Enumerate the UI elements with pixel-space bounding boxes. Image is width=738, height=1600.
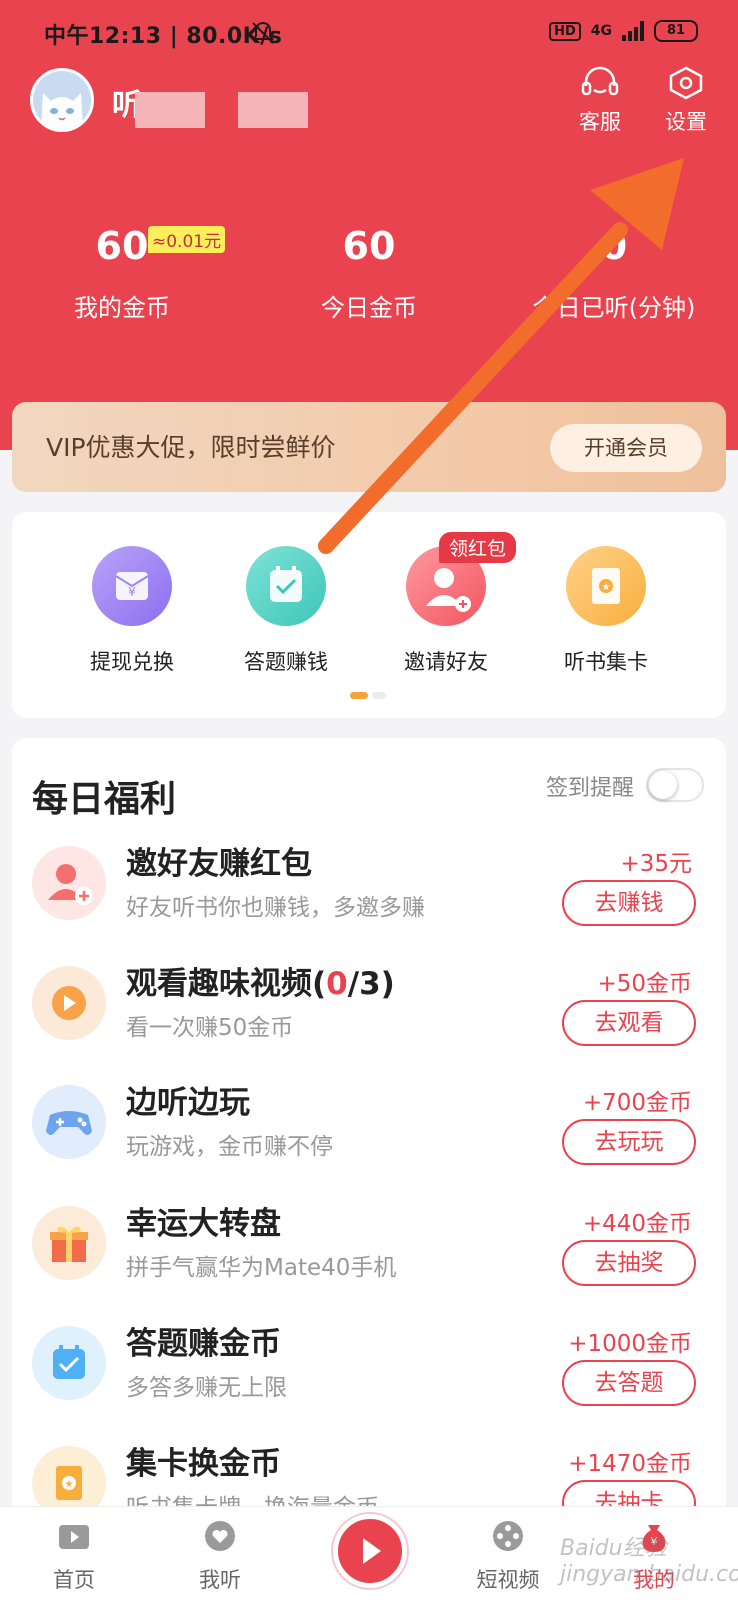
signin-remind-label: 签到提醒 <box>546 776 635 801</box>
nav-label: 我听 <box>199 1568 241 1592</box>
task-desc: 好友听书你也赚钱，多邀多赚 <box>126 895 425 921</box>
task-desc: 拼手气赢华为Mate40手机 <box>126 1255 397 1281</box>
name-redacted-block <box>238 92 308 128</box>
svg-text:¥: ¥ <box>128 585 136 599</box>
task-reward: +440金币 <box>582 1211 692 1237</box>
cat-avatar-icon <box>33 71 91 129</box>
name-redacted-block <box>135 92 205 128</box>
quick-quiz[interactable]: 答题赚钱 <box>216 546 356 676</box>
svg-text:★: ★ <box>65 1479 74 1490</box>
task-reward: +35元 <box>620 851 692 877</box>
quick-label: 提现兑换 <box>90 650 174 674</box>
quick-actions-card: ¥ 提现兑换 答题赚钱 邀请好友 ★ 听书集卡 <box>12 512 726 718</box>
task-reward: +1000金币 <box>568 1331 692 1357</box>
settings-label: 设置 <box>665 110 707 134</box>
task-row[interactable]: 幸运大转盘 拼手气赢华为Mate40手机 +440金币 去抽奖 <box>12 1194 726 1314</box>
stat-label: 我的金币 <box>74 294 170 322</box>
vip-promo-text: VIP优惠大促，限时尝鲜价 <box>46 433 336 462</box>
quick-withdraw[interactable]: ¥ 提现兑换 <box>62 546 202 676</box>
quick-card-collect[interactable]: ★ 听书集卡 <box>536 546 676 676</box>
quick-label: 答题赚钱 <box>244 650 328 674</box>
red-packet-tag: 领红包 <box>439 532 517 563</box>
status-bar: 中午12:13 | 80.0K/s HD 4G 81 <box>0 0 738 66</box>
status-time: 中午12:13 | 80.0K/s <box>44 24 283 49</box>
task-reward: +700金币 <box>582 1090 692 1116</box>
hd-badge: HD <box>549 21 581 41</box>
status-icons: HD 4G 81 <box>549 20 698 42</box>
task-name: 幸运大转盘 <box>126 1206 281 1242</box>
task-row[interactable]: 边听边玩 玩游戏，金币赚不停 +700金币 去玩玩 <box>12 1073 726 1193</box>
invite-user-icon <box>32 846 106 920</box>
task-desc: 多答多赚无上限 <box>126 1375 287 1401</box>
task-name: 集卡换金币 <box>126 1446 281 1482</box>
svg-text:★: ★ <box>602 582 611 593</box>
stat-today-coins[interactable]: 60 今日金币 <box>249 224 489 323</box>
task-name: 边听边玩 <box>126 1085 250 1121</box>
stat-label: 今日已听(分钟) <box>532 294 696 322</box>
task-name: 观看趣味视频(0/3) <box>126 958 395 1003</box>
task-desc: 玩游戏，金币赚不停 <box>126 1134 333 1160</box>
task-name: 答题赚金币 <box>126 1326 281 1362</box>
quick-label: 邀请好友 <box>404 650 488 674</box>
task-name-suffix: /3) <box>347 966 395 1002</box>
play-icon <box>363 1538 381 1564</box>
calendar-check-icon <box>32 1326 106 1400</box>
stat-value: 60 <box>342 224 396 268</box>
task-reward: +50金币 <box>597 971 692 997</box>
vip-banner[interactable]: VIP优惠大促，限时尝鲜价 开通会员 <box>12 402 726 492</box>
mute-bell-icon <box>252 21 274 44</box>
task-action-button[interactable]: 去玩玩 <box>562 1119 696 1165</box>
battery-icon: 81 <box>654 20 698 42</box>
signal-icon <box>622 21 644 41</box>
task-row[interactable]: 答题赚金币 多答多赚无上限 +1000金币 去答题 <box>12 1314 726 1434</box>
customer-service-label: 客服 <box>579 110 621 134</box>
nav-label: 短视频 <box>476 1568 540 1592</box>
task-action-button[interactable]: 去答题 <box>562 1360 696 1406</box>
nav-label: 首页 <box>53 1568 95 1592</box>
task-row[interactable]: 邀好友赚红包 好友听书你也赚钱，多邀多赚 +35元 去赚钱 <box>12 834 726 954</box>
coin-value-badge: ≈0.01元 <box>148 226 226 253</box>
task-progress-count: 0 <box>326 966 348 1002</box>
vip-open-button[interactable]: 开通会员 <box>550 424 702 472</box>
stat-label: 今日金币 <box>321 294 417 322</box>
task-row[interactable]: 观看趣味视频(0/3) 看一次赚50金币 +50金币 去观看 <box>12 954 726 1074</box>
task-name: 邀好友赚红包 <box>126 846 312 882</box>
heart-icon <box>205 1521 235 1551</box>
daily-title: 每日福利 <box>32 779 177 820</box>
home-icon <box>59 1525 89 1549</box>
avatar[interactable] <box>30 68 94 132</box>
task-action-button[interactable]: 去赚钱 <box>562 880 696 926</box>
nav-my-listen[interactable]: 我听 <box>170 1519 270 1594</box>
film-reel-icon <box>493 1521 523 1551</box>
nav-player-button[interactable] <box>333 1514 407 1588</box>
stat-value: 0 <box>600 224 628 268</box>
task-reward: +1470金币 <box>568 1451 692 1477</box>
baidu-watermark: Baidu经验 jingyan.baidu.com <box>560 1536 738 1587</box>
task-action-button[interactable]: 去抽奖 <box>562 1240 696 1286</box>
wallet-icon: ¥ <box>92 546 172 626</box>
signin-remind-toggle[interactable] <box>646 768 704 802</box>
nav-home[interactable]: 首页 <box>24 1519 124 1594</box>
gift-icon <box>32 1206 106 1280</box>
network-label: 4G <box>590 23 612 39</box>
stat-listen-minutes[interactable]: 0 今日已听(分钟) <box>494 224 734 323</box>
task-name-prefix: 观看趣味视频( <box>126 966 327 1002</box>
task-action-button[interactable]: 去观看 <box>562 1000 696 1046</box>
quick-label: 听书集卡 <box>564 650 648 674</box>
headset-icon <box>581 66 619 96</box>
calendar-check-icon <box>246 546 326 626</box>
gamepad-icon <box>32 1085 106 1159</box>
settings-button[interactable]: 设置 <box>654 66 718 136</box>
play-video-icon <box>32 966 106 1040</box>
card-star-icon: ★ <box>566 546 646 626</box>
nav-short-video[interactable]: 短视频 <box>458 1519 558 1594</box>
page-indicator <box>350 692 386 699</box>
customer-service-button[interactable]: 客服 <box>568 66 632 136</box>
settings-hexagon-icon <box>669 66 703 100</box>
task-desc: 看一次赚50金币 <box>126 1015 294 1041</box>
quick-invite[interactable]: 邀请好友 <box>376 546 516 676</box>
